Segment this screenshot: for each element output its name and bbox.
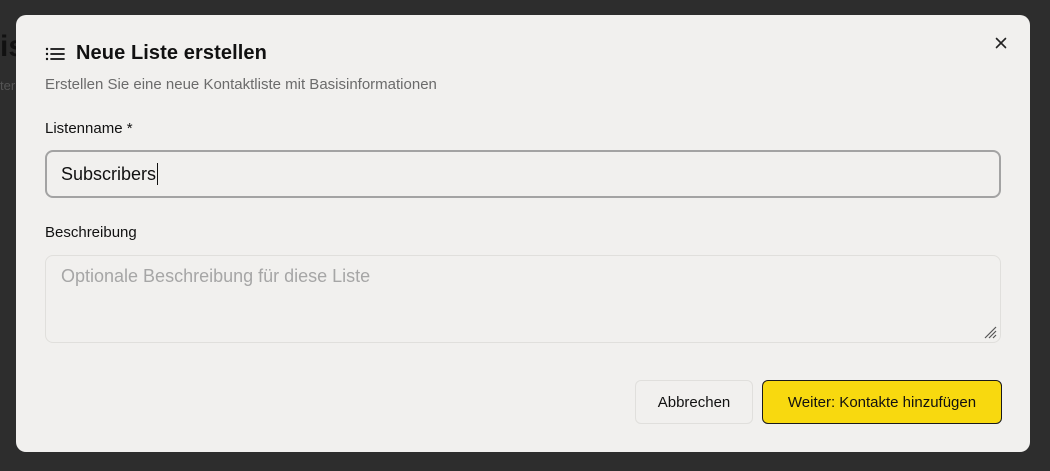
dialog-subtitle: Erstellen Sie eine neue Kontaktliste mit… [45,76,437,93]
next-add-contacts-button[interactable]: Weiter: Kontakte hinzufügen [762,380,1002,424]
dialog-title: Neue Liste erstellen [76,42,267,64]
backdrop-subtext-fragment: ter [0,78,16,93]
close-button[interactable] [992,34,1010,52]
resize-handle-icon[interactable] [981,323,997,339]
list-name-label: Listenname * [45,120,133,137]
list-name-input[interactable]: Subscribers [45,150,1001,198]
dialog-header: Neue Liste erstellen [45,42,267,65]
description-textarea[interactable]: Optionale Beschreibung für diese Liste [45,255,1001,343]
text-caret [157,163,159,185]
description-placeholder: Optionale Beschreibung für diese Liste [61,266,371,286]
create-list-dialog: Neue Liste erstellen Erstellen Sie eine … [16,15,1030,452]
list-icon [45,45,65,63]
description-label: Beschreibung [45,224,137,241]
close-icon [995,37,1007,49]
list-name-value: Subscribers [61,163,157,184]
cancel-button[interactable]: Abbrechen [635,380,753,424]
